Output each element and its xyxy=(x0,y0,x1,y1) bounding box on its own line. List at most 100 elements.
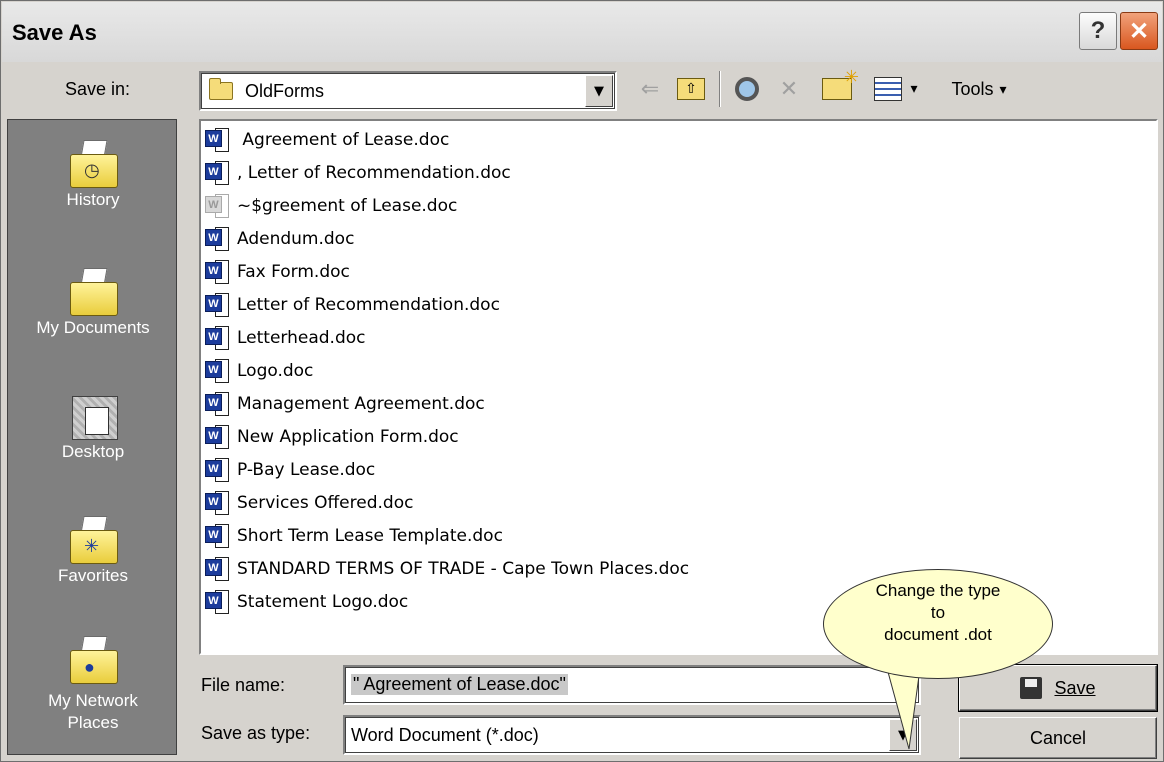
title-bar: Save As ? ✕ xyxy=(2,2,1162,62)
word-document-icon: W xyxy=(205,259,231,285)
file-list-item[interactable]: W ~$greement of Lease.doc xyxy=(205,191,457,221)
file-name-input[interactable]: " Agreement of Lease.doc" xyxy=(343,665,921,705)
file-name-text: Letter of Recommendation.doc xyxy=(237,295,500,315)
save-in-label: Save in: xyxy=(65,79,130,100)
file-name-text: Logo.doc xyxy=(237,361,314,381)
file-list-item[interactable]: W Services Offered.doc xyxy=(205,488,413,518)
place-label: Desktop xyxy=(61,442,125,461)
word-document-icon: W xyxy=(205,358,231,384)
create-new-folder-button[interactable]: ✳ xyxy=(817,67,859,109)
cancel-button[interactable]: Cancel xyxy=(959,717,1157,759)
word-document-icon: W xyxy=(205,160,231,186)
word-document-icon: W xyxy=(205,424,231,450)
save-button-label: Save xyxy=(1054,677,1096,698)
word-document-icon: W xyxy=(205,457,231,483)
file-name-text: , Letter of Recommendation.doc xyxy=(237,163,511,183)
new-folder-icon: ✳ xyxy=(822,67,859,100)
word-document-icon: W xyxy=(205,523,231,549)
tools-dropdown-icon: ▾ xyxy=(999,80,1007,97)
word-document-icon: W xyxy=(205,556,231,582)
file-list-item[interactable]: W Adendum.doc xyxy=(205,224,354,254)
file-list-item[interactable]: W , Letter of Recommendation.doc xyxy=(205,158,511,188)
place-my-network-places[interactable]: ● My Network Places xyxy=(8,636,178,734)
save-disk-icon xyxy=(1020,677,1043,699)
file-name-text: STANDARD TERMS OF TRADE - Cape Town Plac… xyxy=(237,559,690,579)
delete-icon: ✕ xyxy=(779,76,799,102)
word-document-icon: W xyxy=(205,589,231,615)
file-name-label: File name: xyxy=(201,675,286,695)
word-document-icon: W xyxy=(205,292,231,318)
file-name-text: Short Term Lease Template.doc xyxy=(237,526,503,546)
views-dropdown-icon: ▾ xyxy=(910,81,918,97)
network-places-icon: ● xyxy=(66,636,120,686)
file-list-item[interactable]: W Agreement of Lease.doc xyxy=(205,125,449,155)
file-list-item[interactable]: W Logo.doc xyxy=(205,356,313,386)
place-label: My Documents xyxy=(36,318,150,337)
save-in-label-text: Save in: xyxy=(65,79,131,99)
back-arrow-icon: ⇐ xyxy=(640,76,660,102)
delete-button[interactable]: ✕ xyxy=(773,69,805,109)
file-list-item[interactable]: W Fax Form.doc xyxy=(205,257,350,287)
views-icon xyxy=(874,77,903,101)
save-in-combobox[interactable]: OldForms ▼ xyxy=(199,71,617,111)
word-document-icon: W xyxy=(205,127,231,153)
toolbar-separator xyxy=(719,71,721,107)
file-name-text: P-Bay Lease.doc xyxy=(237,460,376,480)
new-folder-star-icon: ✳ xyxy=(843,67,859,88)
file-name-text: Letterhead.doc xyxy=(237,328,366,348)
history-folder-icon: ◷ xyxy=(66,140,120,190)
place-history[interactable]: ◷ History xyxy=(8,140,178,210)
file-list-item[interactable]: W Statement Logo.doc xyxy=(205,587,408,617)
current-folder-text: OldForms xyxy=(245,81,325,101)
word-document-icon: W xyxy=(205,391,231,417)
file-list[interactable]: W Agreement of Lease.doc W, Letter of Rec… xyxy=(199,119,1158,655)
place-label: Favorites xyxy=(58,566,128,585)
place-favorites[interactable]: ✳ Favorites xyxy=(8,516,178,586)
file-list-item[interactable]: W P-Bay Lease.doc xyxy=(205,455,375,485)
search-web-icon xyxy=(735,77,759,101)
place-my-documents[interactable]: My Documents xyxy=(8,268,178,338)
callout-bubble: Change the type to document .dot xyxy=(823,569,1053,679)
place-label: History xyxy=(66,190,120,209)
my-documents-folder-icon xyxy=(66,268,120,318)
save-as-type-label: Save as type: xyxy=(201,723,311,743)
word-document-icon: W xyxy=(205,325,231,351)
save-as-type-combobox[interactable]: Word Document (*.doc) ▼ xyxy=(343,715,921,755)
file-name-value: " Agreement of Lease.doc" xyxy=(351,674,568,695)
favorites-folder-icon: ✳ xyxy=(66,516,120,566)
tools-menu-button[interactable]: Tools ▾ xyxy=(937,69,1021,109)
places-bar: ◷ History My Documents Desktop ✳ Favorit… xyxy=(7,119,177,755)
file-name-text: Adendum.doc xyxy=(237,229,355,249)
close-button[interactable]: ✕ xyxy=(1120,12,1158,50)
file-list-item[interactable]: W STANDARD TERMS OF TRADE - Cape Town Pla… xyxy=(205,554,689,584)
file-name-text: Management Agreement.doc xyxy=(237,394,485,414)
up-one-level-button[interactable]: ⇧ xyxy=(673,69,709,109)
file-name-text: Fax Form.doc xyxy=(237,262,350,282)
save-in-dropdown-arrow[interactable]: ▼ xyxy=(585,75,613,107)
file-name-text: Agreement of Lease.doc xyxy=(237,130,450,150)
cancel-button-label: Cancel xyxy=(1029,727,1087,748)
search-web-button[interactable] xyxy=(729,69,765,109)
save-as-dialog: Save As ? ✕ Save in: OldForms ▼ ⇐ ⇧ ✕ ✳ … xyxy=(0,0,1164,762)
callout-line-2: to xyxy=(930,603,946,622)
views-button[interactable]: ▾ xyxy=(865,69,927,109)
file-name-text: ~$greement of Lease.doc xyxy=(237,196,458,216)
back-button[interactable]: ⇐ xyxy=(635,69,665,109)
word-document-icon: W xyxy=(205,193,231,219)
file-list-item[interactable]: W New Application Form.doc xyxy=(205,422,459,452)
file-list-item[interactable]: W Letter of Recommendation.doc xyxy=(205,290,500,320)
word-document-icon: W xyxy=(205,226,231,252)
up-folder-icon: ⇧ xyxy=(677,78,705,100)
word-document-icon: W xyxy=(205,490,231,516)
tools-label: Tools xyxy=(951,78,994,99)
save-as-type-value: Word Document (*.doc) xyxy=(351,725,539,745)
file-list-item[interactable]: W Letterhead.doc xyxy=(205,323,366,353)
place-desktop[interactable]: Desktop xyxy=(8,392,178,462)
file-name-text: Statement Logo.doc xyxy=(237,592,409,612)
file-name-text: New Application Form.doc xyxy=(237,427,459,447)
file-list-item[interactable]: W Management Agreement.doc xyxy=(205,389,485,419)
file-list-item[interactable]: W Short Term Lease Template.doc xyxy=(205,521,503,551)
help-button[interactable]: ? xyxy=(1079,12,1117,50)
desktop-icon xyxy=(66,392,120,442)
callout-line-3: document .dot xyxy=(884,625,992,644)
